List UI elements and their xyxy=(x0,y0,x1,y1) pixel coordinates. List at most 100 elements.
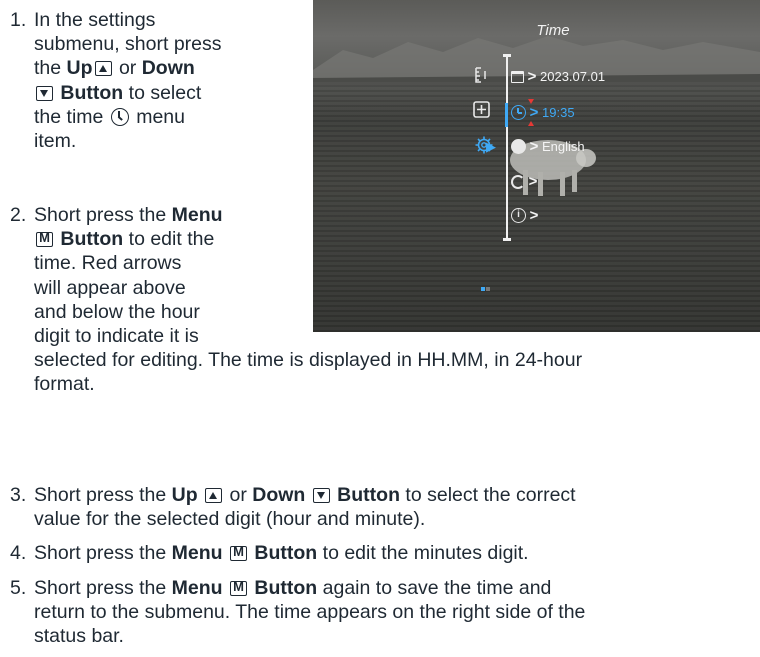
language-value: English xyxy=(542,138,585,154)
menu-row-info[interactable]: i > xyxy=(511,205,538,225)
step-number: 4. xyxy=(10,542,27,564)
step-text-segment: digit to indicate it is xyxy=(34,325,199,348)
step-text-segment: the xyxy=(34,57,67,80)
menu-button-glyph: M xyxy=(233,579,244,594)
step-number: 5. xyxy=(10,577,27,599)
step-text-segment: to select the correct xyxy=(400,484,576,506)
step-line: Short press the Menu M Button again to s… xyxy=(34,576,585,600)
step-text: In the settings submenu, short press the U… xyxy=(34,8,222,153)
step-text-segment: Short press the xyxy=(34,484,172,506)
step-text-segment: time. Red arrows xyxy=(34,252,182,275)
step-text-segment xyxy=(223,542,228,564)
chevron-right-icon: > xyxy=(528,172,538,190)
step-text: Short press the Up or Down Button to sel… xyxy=(34,483,576,531)
clock-icon xyxy=(511,105,526,121)
globe-icon xyxy=(511,139,526,155)
calendar-icon xyxy=(511,70,524,83)
step-text: Short press the Menu M Button to edit th… xyxy=(34,541,529,565)
divider-bottom-cap xyxy=(503,238,511,241)
date-value: 2023.07.01 xyxy=(540,68,606,84)
bold-term: Button xyxy=(249,542,318,564)
step-text-segment: to edit the minutes digit. xyxy=(317,542,529,564)
step-line: the time menu xyxy=(34,105,222,129)
step-line: submenu, short press xyxy=(34,32,222,56)
step-text-segment xyxy=(198,484,203,506)
plus-box-icon xyxy=(473,101,490,124)
step-number: 2. xyxy=(10,204,27,226)
step-line: selected for editing. The time is displa… xyxy=(34,348,582,372)
bold-term: Menu xyxy=(171,577,223,599)
time-value: 19:35 xyxy=(542,104,575,120)
status-dots xyxy=(481,287,490,291)
bold-term: Button xyxy=(249,577,318,599)
step-line: value for the selected digit (hour and m… xyxy=(34,507,576,531)
step-number: 1. xyxy=(10,9,27,31)
selection-bar xyxy=(505,103,508,127)
menu-button-icon: M xyxy=(36,230,53,248)
step-text-segment: value for the selected digit (hour and m… xyxy=(34,508,426,531)
step-text-segment: to select xyxy=(123,81,202,104)
step-text-segment: or xyxy=(113,57,142,80)
menu-button-icon: M xyxy=(230,579,247,596)
menu-row-reset[interactable]: > xyxy=(511,171,537,191)
step-text-segment: again to save the time and xyxy=(317,577,552,599)
step-text-segment: Short press the xyxy=(34,542,172,564)
chevron-right-icon: > xyxy=(529,206,539,224)
step-text-segment: In the settings xyxy=(34,9,156,31)
up-button-icon xyxy=(205,488,223,503)
menu-button-glyph: M xyxy=(233,544,244,559)
device-screen-image: Time ▶ > 2023.07.01 > 19:35 > English > … xyxy=(313,0,760,332)
step-line: In the settings xyxy=(34,8,222,32)
step-text-segment: menu xyxy=(130,105,185,128)
screen-title: Time xyxy=(536,22,570,39)
step-text-segment: submenu, short press xyxy=(34,33,222,56)
menu-row-language[interactable]: > English xyxy=(511,136,585,156)
step-text-segment: and below the hour xyxy=(34,300,200,323)
step-line: format. xyxy=(34,372,582,396)
bold-term: Down xyxy=(141,57,195,80)
bold-term: Down xyxy=(252,484,306,506)
step-line: item. xyxy=(34,129,222,153)
up-button-icon xyxy=(94,61,112,77)
step-text-segment: will appear above xyxy=(34,276,186,299)
ruler-icon xyxy=(473,66,489,90)
step-text-segment: Short press the xyxy=(34,204,172,226)
menu-button-icon: M xyxy=(230,544,247,561)
bold-term: Up xyxy=(66,57,93,80)
bold-term: Button xyxy=(331,484,400,506)
bold-term: Up xyxy=(171,484,198,506)
step-line: the Up or Down xyxy=(34,56,222,80)
reset-icon xyxy=(511,174,525,189)
bold-term: Button xyxy=(55,81,124,104)
bold-term: Menu xyxy=(171,542,223,564)
down-button-icon xyxy=(36,85,53,101)
bold-term: Button xyxy=(55,228,124,251)
step-line: status bar. xyxy=(34,624,585,648)
info-icon: i xyxy=(511,208,526,224)
step-text-segment: selected for editing. The time is displa… xyxy=(34,349,583,372)
step-line: Button to select xyxy=(34,81,222,105)
step-text-segment xyxy=(223,577,228,599)
menu-row-time[interactable]: > 19:35 xyxy=(511,102,575,122)
step-text-segment: item. xyxy=(34,130,77,153)
divider-top-cap xyxy=(503,54,511,57)
step-line: Short press the Up or Down Button to sel… xyxy=(34,483,576,507)
step-text-segment: the time xyxy=(34,105,109,128)
step-line: Short press the Menu M Button to edit th… xyxy=(34,541,529,565)
menu-row-date[interactable]: > 2023.07.01 xyxy=(511,66,605,86)
step-text-segment: return to the submenu. The time appears … xyxy=(34,601,586,624)
step-line: return to the submenu. The time appears … xyxy=(34,600,585,624)
step-text-segment: status bar. xyxy=(34,625,124,648)
gear-icon xyxy=(475,136,493,160)
step-text: Short press the Menu M Button again to s… xyxy=(34,576,585,649)
menu-divider xyxy=(506,56,508,240)
chevron-right-icon: > xyxy=(529,103,539,121)
bold-term: Menu xyxy=(171,204,223,226)
step-text-segment: format. xyxy=(34,373,95,396)
step-text-segment xyxy=(305,484,310,506)
menu-button-glyph: M xyxy=(39,230,50,246)
step-number: 3. xyxy=(10,484,27,506)
clock-icon xyxy=(110,107,129,126)
step-text-segment: Short press the xyxy=(34,577,172,599)
edit-arrow-down-icon xyxy=(528,121,534,126)
